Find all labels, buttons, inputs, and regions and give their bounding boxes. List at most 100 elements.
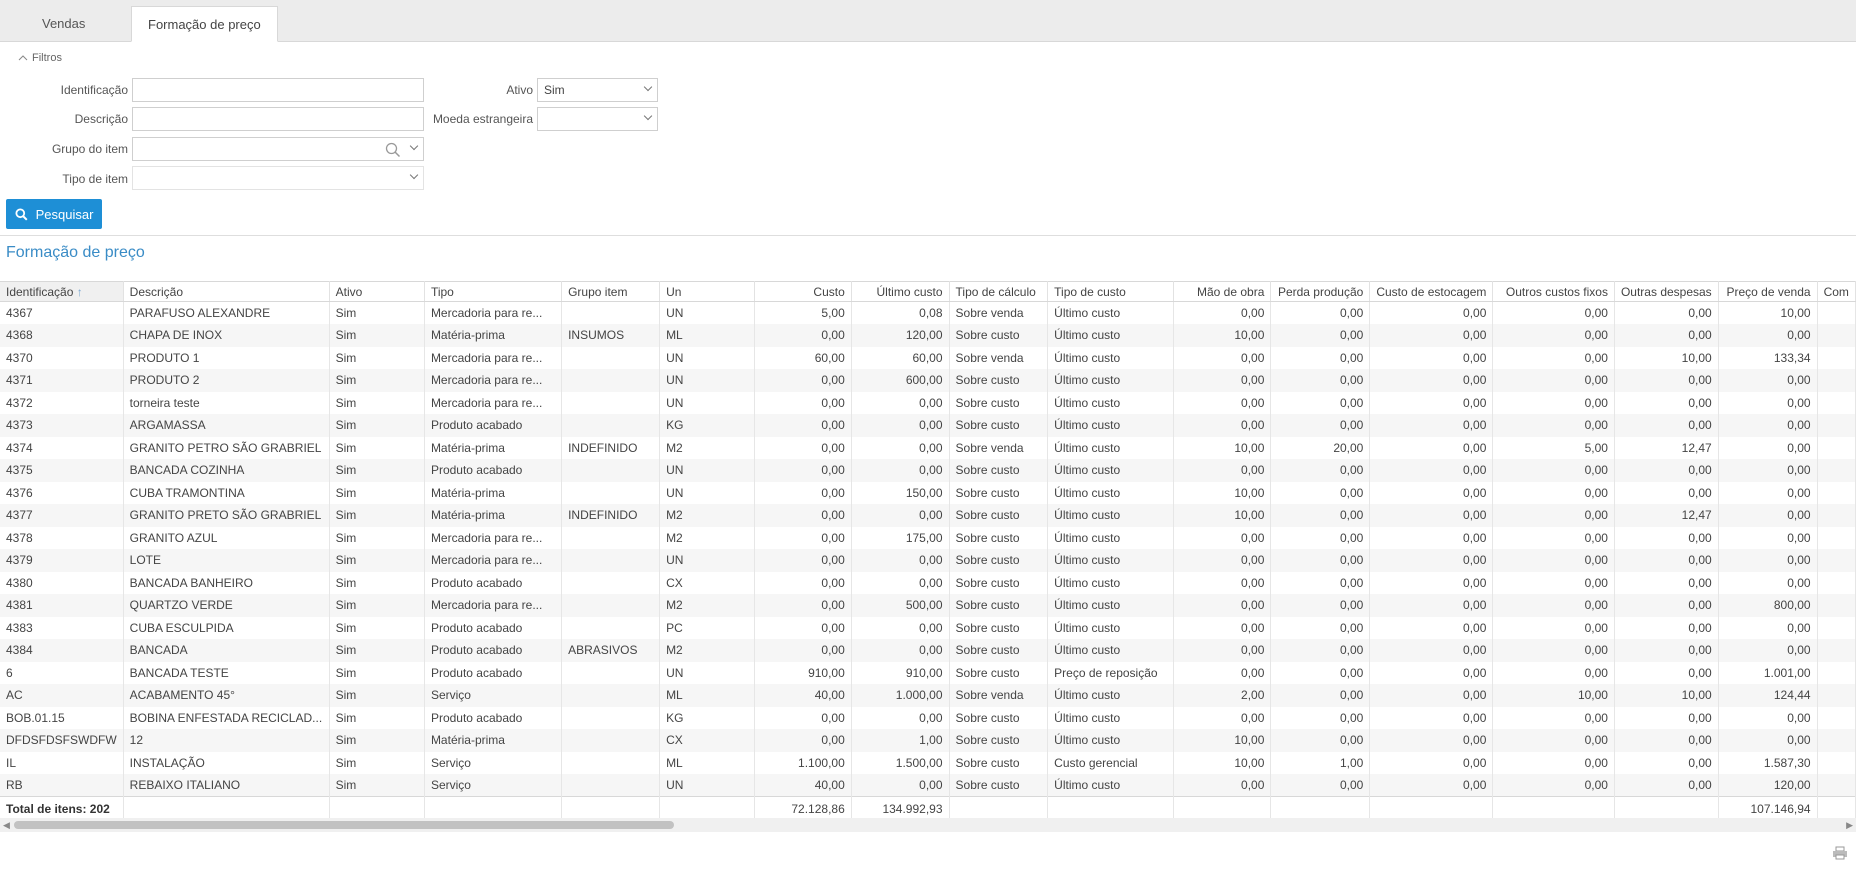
moeda-estrangeira-select[interactable] <box>537 107 658 131</box>
table-cell: RB <box>0 774 124 797</box>
table-row[interactable]: BOB.01.15 BOBINA ENFESTADA RECICLAD... Sim… <box>0 706 1856 729</box>
table-cell: DFDSFDSFSWDFW <box>0 729 124 752</box>
table-row[interactable]: IL INSTALAÇÃO Sim Serviço ML 1.100,00 1.500,00… <box>0 751 1856 774</box>
table-row[interactable]: 4384 BANCADA Sim Produto acabado ABRASIVOS M2… <box>0 639 1856 662</box>
table-cell: PRODUTO 1 <box>123 346 330 369</box>
tab-formacao-preco[interactable]: Formação de preço <box>131 6 278 42</box>
filters-toggle[interactable]: Filtros <box>18 52 62 64</box>
table-cell <box>561 616 661 639</box>
table-cell: 800,00 <box>1718 594 1818 617</box>
table-row[interactable]: 4371 PRODUTO 2 Sim Mercadoria para re... UN 0… <box>0 369 1856 392</box>
chevron-down-icon[interactable] <box>409 141 419 151</box>
table-cell: 4374 <box>0 436 124 459</box>
table-cell: 4367 <box>0 301 124 324</box>
search-icon[interactable] <box>385 142 401 158</box>
horizontal-scrollbar[interactable]: ◀ ▶ <box>0 818 1856 832</box>
table-row[interactable]: DFDSFDSFSWDFW 12 Sim Matéria-prima CX 0,00 1,0… <box>0 729 1856 752</box>
column-header[interactable]: Ativo <box>329 281 425 302</box>
table-cell: GRANITO PETRO SÃO GRABRIEL <box>123 436 330 459</box>
table-row[interactable]: 4378 GRANITO AZUL Sim Mercadoria para re...… <box>0 526 1856 549</box>
scroll-left-icon[interactable]: ◀ <box>3 820 10 831</box>
table-cell: Último custo <box>1047 459 1174 482</box>
table-row[interactable]: 4379 LOTE Sim Mercadoria para re... UN 0,00 0,… <box>0 549 1856 572</box>
grupo-item-input[interactable] <box>132 137 424 161</box>
identificacao-input[interactable] <box>132 78 424 102</box>
table-cell <box>1817 774 1856 797</box>
column-header[interactable]: Perda produção <box>1270 281 1371 302</box>
table-cell: INSUMOS <box>561 324 661 347</box>
table-row[interactable]: 4370 PRODUTO 1 Sim Mercadoria para re... UN 6… <box>0 346 1856 369</box>
table-row[interactable]: AC ACABAMENTO 45° Sim Serviço ML 40,00 1.000,0… <box>0 684 1856 707</box>
table-cell: 1.587,30 <box>1718 751 1818 774</box>
table-cell: 4377 <box>0 504 124 527</box>
column-header[interactable]: Último custo <box>851 281 950 302</box>
column-header[interactable]: Tipo de custo <box>1047 281 1174 302</box>
sort-ascending-icon[interactable]: ↑ <box>73 285 83 299</box>
table-cell: 0,00 <box>1492 706 1615 729</box>
table-cell: Serviço <box>424 751 563 774</box>
column-header[interactable]: Outros custos fixos <box>1492 281 1615 302</box>
table-cell: Sim <box>329 706 425 729</box>
table-cell: 0,00 <box>1173 616 1272 639</box>
table-cell: INSTALAÇÃO <box>123 751 330 774</box>
table-cell: 2,00 <box>1173 684 1272 707</box>
table-row[interactable]: 4372 torneira teste Sim Mercadoria para re.… <box>0 391 1856 414</box>
tab-bar: Vendas Formação de preço <box>0 0 1856 42</box>
column-header[interactable]: Com <box>1817 281 1856 302</box>
table-row[interactable]: 6 BANCADA TESTE Sim Produto acabado UN 910,00… <box>0 661 1856 684</box>
column-header[interactable]: Tipo de cálculo <box>949 281 1049 302</box>
table-row[interactable]: 4373 ARGAMASSA Sim Produto acabado KG 0,00 0,0… <box>0 414 1856 437</box>
table-cell: INDEFINIDO <box>561 504 661 527</box>
ativo-select[interactable]: Sim <box>537 78 658 102</box>
column-header[interactable]: Identificação ↑ <box>0 281 124 302</box>
table-cell: Produto acabado <box>424 571 563 594</box>
table-row[interactable]: 4367 PARAFUSO ALEXANDRE Sim Mercadoria para… <box>0 301 1856 324</box>
descricao-input[interactable] <box>132 107 424 131</box>
table-cell: 40,00 <box>754 684 852 707</box>
table-cell: Sobre custo <box>949 706 1049 729</box>
table-row[interactable]: 4383 CUBA ESCULPIDA Sim Produto acabado PC 0,… <box>0 616 1856 639</box>
chevron-down-icon[interactable] <box>409 170 419 180</box>
printer-icon[interactable] <box>1832 846 1848 860</box>
table-row[interactable]: 4368 CHAPA DE INOX Sim Matéria-prima INSUMOS… <box>0 324 1856 347</box>
table-row[interactable]: 4380 BANCADA BANHEIRO Sim Produto acabado CX… <box>0 571 1856 594</box>
table-cell: 0,00 <box>1492 346 1615 369</box>
table-cell: Produto acabado <box>424 661 563 684</box>
table-cell: Mercadoria para re... <box>424 369 563 392</box>
column-header[interactable]: Custo de estocagem <box>1369 281 1494 302</box>
column-header[interactable]: Tipo <box>424 281 563 302</box>
table-cell: 0,00 <box>1614 549 1719 572</box>
search-button[interactable]: Pesquisar <box>6 199 102 229</box>
column-header[interactable]: Descrição <box>123 281 330 302</box>
column-header[interactable]: Grupo item <box>561 281 661 302</box>
tipo-item-select[interactable] <box>132 166 424 190</box>
column-header-label: Identificação <box>6 284 74 299</box>
table-cell: Sobre custo <box>949 504 1049 527</box>
chevron-down-icon[interactable] <box>643 82 653 92</box>
table-row[interactable]: 4375 BANCADA COZINHA Sim Produto acabado UN 0… <box>0 459 1856 482</box>
table-cell: 60,00 <box>754 346 852 369</box>
table-cell: 0,00 <box>754 436 852 459</box>
column-header[interactable]: Mão de obra <box>1173 281 1272 302</box>
table-cell: ML <box>659 751 755 774</box>
table-cell: 0,00 <box>754 369 852 392</box>
table-cell: 0,00 <box>1270 301 1371 324</box>
table-cell: 0,00 <box>1492 414 1615 437</box>
column-header[interactable]: Un <box>659 281 755 302</box>
column-header[interactable]: Custo <box>754 281 852 302</box>
table-row[interactable]: 4377 GRANITO PRETO SÃO GRABRIEL Sim Matéria… <box>0 504 1856 527</box>
table-cell: 4368 <box>0 324 124 347</box>
table-row[interactable]: RB REBAIXO ITALIANO Sim Serviço UN 40,00 0,00 S… <box>0 774 1856 797</box>
scroll-right-icon[interactable]: ▶ <box>1846 820 1853 831</box>
table-row[interactable]: 4381 QUARTZO VERDE Sim Mercadoria para re..… <box>0 594 1856 617</box>
table-cell: 0,00 <box>754 729 852 752</box>
table-cell: 4371 <box>0 369 124 392</box>
column-header[interactable]: Preço de venda <box>1718 281 1818 302</box>
table-row[interactable]: 4374 GRANITO PETRO SÃO GRABRIEL Sim Matéria… <box>0 436 1856 459</box>
tab-vendas[interactable]: Vendas <box>26 6 101 42</box>
chevron-down-icon[interactable] <box>643 111 653 121</box>
scrollbar-thumb[interactable] <box>14 821 674 829</box>
table-cell <box>1817 571 1856 594</box>
column-header[interactable]: Outras despesas <box>1614 281 1719 302</box>
table-row[interactable]: 4376 CUBA TRAMONTINA Sim Matéria-prima UN 0,0… <box>0 481 1856 504</box>
